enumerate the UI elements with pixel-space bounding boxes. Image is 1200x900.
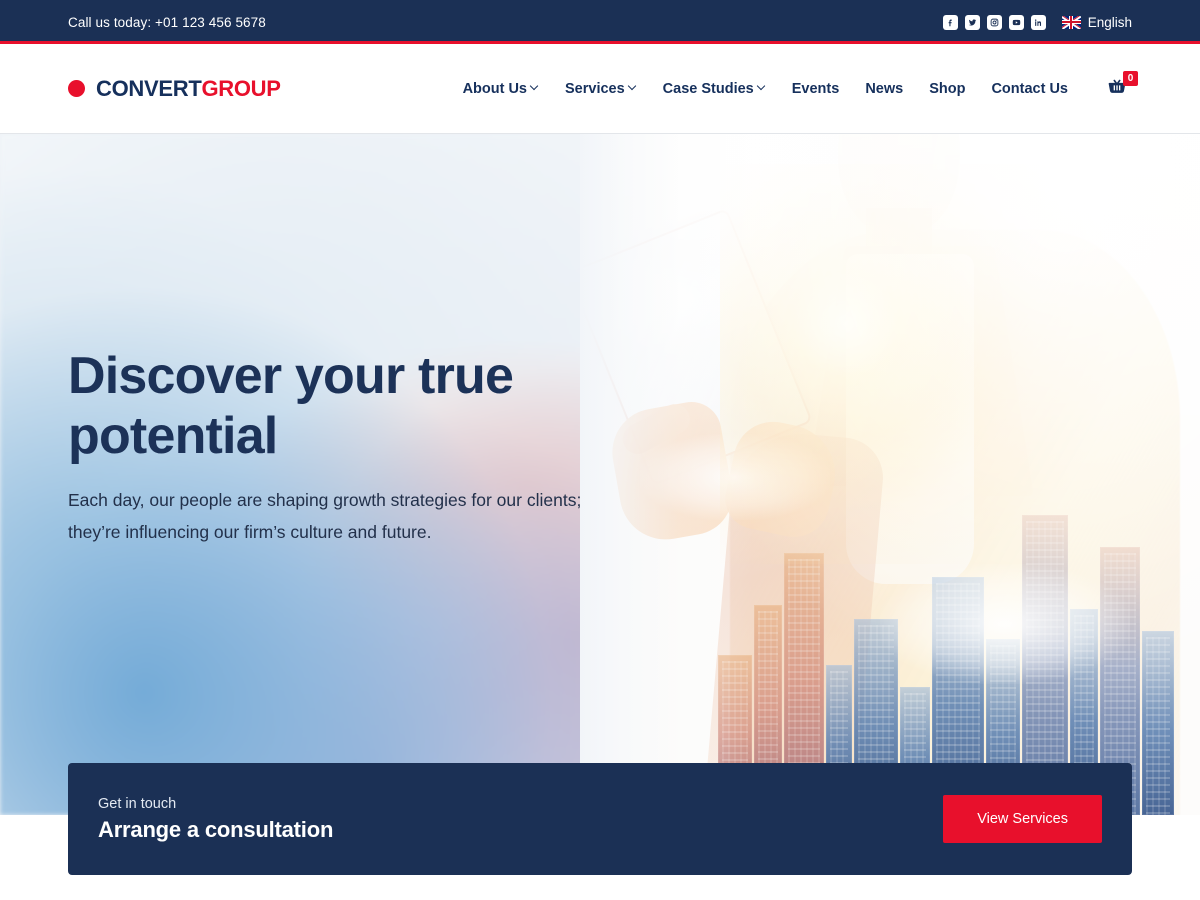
cta-banner: Get in touch Arrange a consultation View… — [68, 763, 1132, 875]
chevron-down-icon — [758, 83, 766, 91]
nav-item-about-us[interactable]: About Us — [463, 81, 539, 97]
nav-item-shop[interactable]: Shop — [929, 81, 965, 97]
twitter-icon[interactable] — [964, 14, 980, 30]
nav-label: News — [865, 80, 904, 97]
nav-item-contact-us[interactable]: Contact Us — [991, 81, 1068, 97]
main-navigation: About Us Services Case Studies Events Ne… — [463, 70, 1138, 102]
top-bar: Call us today: +01 123 456 5678 English — [0, 0, 1200, 44]
nav-item-case-studies[interactable]: Case Studies — [663, 81, 766, 97]
phone-text: Call us today: +01 123 456 5678 — [68, 14, 266, 30]
nav-label: Shop — [929, 80, 966, 97]
cta-text-block: Get in touch Arrange a consultation — [98, 796, 333, 843]
nav-label: Events — [791, 80, 840, 97]
facebook-icon[interactable] — [942, 14, 958, 30]
hero-subtitle: Each day, our people are shaping growth … — [68, 490, 582, 542]
logo-primary: CONVERT — [96, 75, 202, 101]
logo-secondary: GROUP — [201, 75, 281, 101]
site-logo[interactable]: CONVERTGROUP — [68, 76, 281, 102]
hero-section: Discover your true potential Each day, o… — [0, 134, 1200, 815]
youtube-icon[interactable] — [1008, 14, 1024, 30]
linkedin-icon[interactable] — [1030, 14, 1046, 30]
logo-dot-icon — [68, 80, 85, 97]
cta-title: Arrange a consultation — [98, 816, 334, 842]
cart-button[interactable]: 0 — [1106, 70, 1138, 102]
instagram-icon[interactable] — [986, 14, 1002, 30]
top-bar-right: English — [942, 14, 1132, 30]
logo-text: CONVERTGROUP — [96, 76, 281, 102]
hero-content: Discover your true potential Each day, o… — [0, 134, 1200, 815]
nav-label: About Us — [462, 80, 527, 97]
nav-label: Case Studies — [662, 80, 754, 97]
site-header: CONVERTGROUP About Us Services Case Stud… — [0, 44, 1200, 134]
nav-item-events[interactable]: Events — [792, 81, 840, 97]
chevron-down-icon — [531, 83, 539, 91]
cart-count-badge: 0 — [1123, 70, 1138, 86]
nav-item-services[interactable]: Services — [565, 81, 637, 97]
nav-label: Contact Us — [991, 80, 1068, 97]
language-label: English — [1087, 14, 1132, 30]
language-switcher[interactable]: English — [1061, 14, 1132, 30]
social-links — [942, 14, 1046, 30]
chevron-down-icon — [629, 83, 637, 91]
uk-flag-icon — [1061, 15, 1081, 29]
cta-eyebrow: Get in touch — [98, 795, 177, 812]
nav-item-news[interactable]: News — [865, 81, 903, 97]
view-services-button[interactable]: View Services — [943, 795, 1102, 843]
hero-title: Discover your true potential — [68, 347, 514, 465]
nav-label: Services — [565, 80, 625, 97]
